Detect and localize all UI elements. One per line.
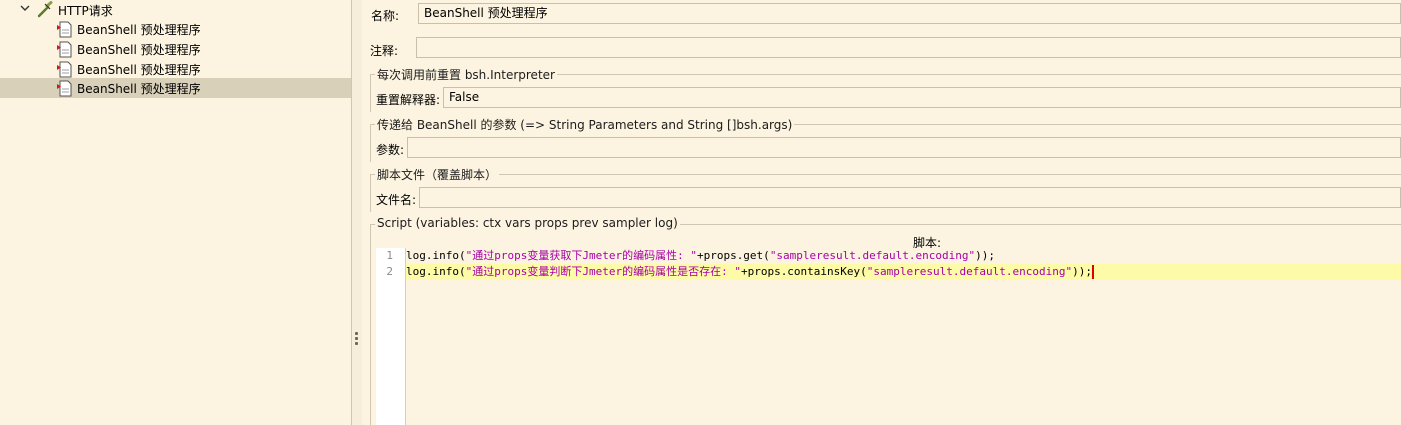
params-input[interactable] <box>407 137 1401 158</box>
code-string: "通过props变量判断下Jmeter的编码属性是否存在: " <box>465 265 741 278</box>
group-border <box>370 124 371 162</box>
name-input[interactable]: BeanShell 预处理程序 <box>418 3 1401 24</box>
code-token: log.info( <box>406 249 466 262</box>
script-doc-icon <box>57 21 72 37</box>
tree-node-label: HTTP请求 <box>58 4 113 18</box>
chevron-down-icon[interactable] <box>20 3 30 13</box>
comment-input[interactable] <box>416 37 1401 58</box>
code-token: +props.containsKey( <box>740 265 867 278</box>
filename-label: 文件名: <box>376 193 417 207</box>
script-editor[interactable]: 1 2 log.info("通过props变量获取下Jmeter的编码属性: "… <box>376 248 1401 425</box>
tree-node-beanshell-2[interactable]: BeanShell 预处理程序 <box>57 39 201 59</box>
tree-node-label: BeanShell 预处理程序 <box>77 22 201 37</box>
tree-node-label: BeanShell 预处理程序 <box>77 42 201 57</box>
tree-node-beanshell-1[interactable]: BeanShell 预处理程序 <box>57 19 201 39</box>
line-number-gutter: 1 2 <box>376 248 406 425</box>
code-string: "通过props变量获取下Jmeter的编码属性: " <box>465 249 697 262</box>
code-token: )); <box>1072 265 1092 278</box>
code-token: log.info( <box>406 265 466 278</box>
tree-node-beanshell-3[interactable]: BeanShell 预处理程序 <box>57 59 201 79</box>
dropper-icon <box>37 1 53 18</box>
test-plan-tree[interactable]: HTTP请求 BeanShell 预处理程序 BeanShell 预处理程序 B… <box>0 0 351 425</box>
code-token: )); <box>975 249 995 262</box>
script-doc-icon <box>57 41 72 57</box>
splitter-grip-dot <box>355 337 358 340</box>
code-string: "sampleresult.default.encoding" <box>769 249 976 262</box>
reset-interpreter-label: 重置解释器: <box>376 93 441 107</box>
code-line-2-current[interactable]: log.info("通过props变量判断下Jmeter的编码属性是否存在: "… <box>406 264 1401 280</box>
tree-node-beanshell-4-selected[interactable]: BeanShell 预处理程序 <box>0 78 351 98</box>
tree-node-label: BeanShell 预处理程序 <box>77 81 201 96</box>
pane-splitter[interactable] <box>351 0 362 425</box>
code-line-1[interactable]: log.info("通过props变量获取下Jmeter的编码属性: "+pro… <box>406 248 1401 264</box>
filename-input[interactable] <box>419 187 1401 208</box>
group-border <box>370 174 371 212</box>
line-number: 1 <box>386 249 393 262</box>
file-group-title: 脚本文件（覆盖脚本） <box>375 166 500 183</box>
text-caret <box>1091 265 1094 279</box>
params-group-title: 传递给 BeanShell 的参数 (=> String Parameters … <box>375 116 795 133</box>
splitter-grip-dot <box>355 332 358 335</box>
script-group-title: Script (variables: ctx vars props prev s… <box>375 216 680 230</box>
group-border <box>370 224 371 425</box>
params-label: 参数: <box>376 143 405 157</box>
reset-group-title: 每次调用前重置 bsh.Interpreter <box>375 66 557 83</box>
name-label: 名称: <box>371 9 400 23</box>
code-token: +props.get( <box>696 249 770 262</box>
comment-label: 注释: <box>370 44 399 58</box>
code-string: "sampleresult.default.encoding" <box>866 265 1073 278</box>
group-border <box>370 174 1401 175</box>
splitter-grip-dot <box>355 342 358 345</box>
reset-interpreter-select[interactable]: False <box>443 87 1401 108</box>
script-doc-icon <box>57 80 72 96</box>
tree-node-http-request[interactable]: HTTP请求 <box>0 0 351 20</box>
script-doc-icon <box>57 61 72 77</box>
line-number: 2 <box>386 265 393 278</box>
tree-node-label: BeanShell 预处理程序 <box>77 62 201 77</box>
group-border <box>370 74 371 112</box>
